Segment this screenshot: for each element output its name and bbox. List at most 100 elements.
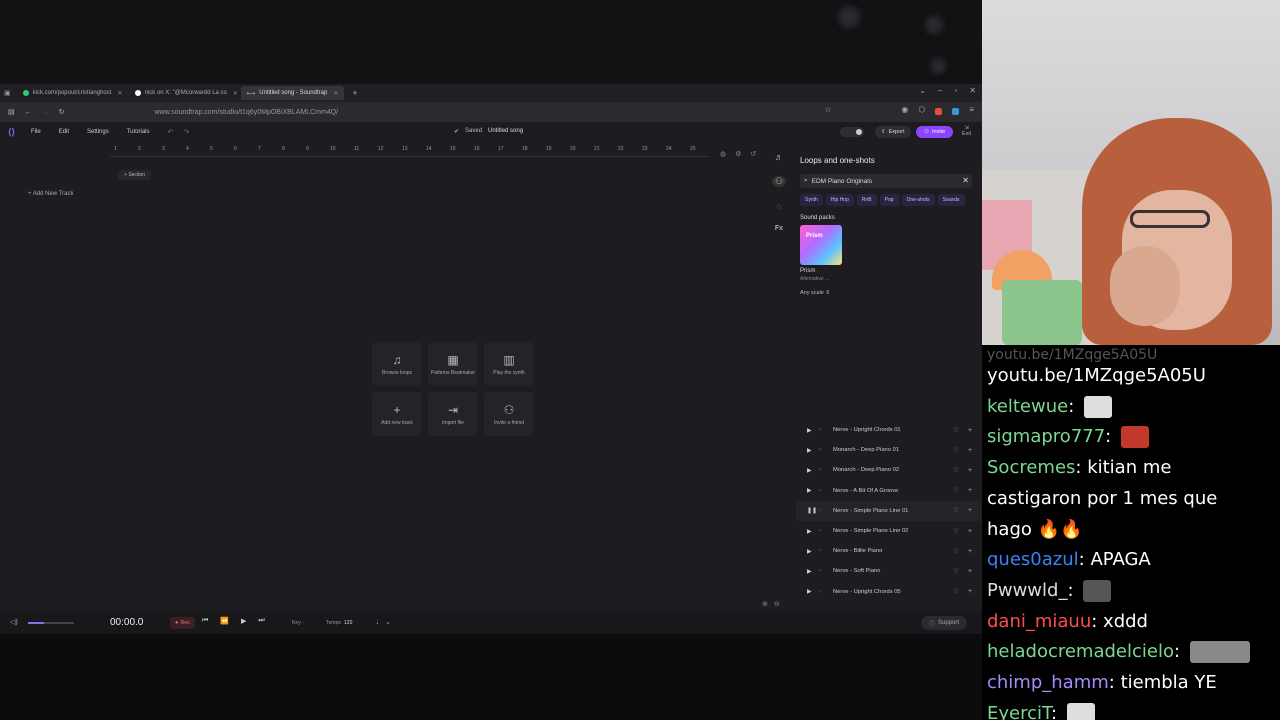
snap-icon[interactable]: ◍ — [720, 150, 726, 158]
browse-loops-card[interactable]: ♫ Browse loops — [372, 342, 422, 386]
back-icon[interactable]: ← — [25, 109, 32, 116]
sidebar-icon[interactable]: ▤ — [8, 108, 15, 116]
menu-icon[interactable]: ≡ — [969, 105, 974, 115]
loop-search-input[interactable]: ⌕ EDM Piano Originals ✕ — [800, 174, 972, 188]
key-select[interactable]: Key - — [292, 620, 304, 626]
section-button[interactable]: + Section — [118, 170, 151, 180]
add-loop-icon[interactable]: + — [968, 487, 972, 494]
chat-username[interactable]: Pwwwld_ — [987, 580, 1067, 601]
play-icon[interactable]: ▶ — [807, 487, 819, 494]
favorite-icon[interactable]: ♡ — [953, 507, 958, 514]
beatmaker-card[interactable]: ▦ Patterns Beatmaker — [428, 342, 478, 386]
close-icon[interactable]: ✕ — [333, 90, 338, 97]
add-loop-icon[interactable]: + — [968, 507, 972, 514]
play-icon[interactable]: ▶ — [807, 588, 819, 595]
redo-icon[interactable]: ↷ — [183, 128, 189, 136]
volume-slider[interactable] — [28, 622, 74, 624]
timeline-ruler[interactable]: 1 2 3 4 5 6 7 8 9 10 11 12 13 14 15 16 17 18 19 20 21 22 23 24 2… — [110, 146, 710, 156]
play-icon[interactable]: ▶ — [807, 568, 819, 575]
favorite-icon[interactable]: ♡ — [953, 548, 958, 555]
export-button[interactable]: ⇪ Export — [875, 126, 911, 138]
minimize-icon[interactable]: – — [938, 86, 942, 95]
prism-pack-thumbnail[interactable]: Prism — [800, 225, 842, 265]
tempo-field[interactable]: Tempo 120 — [326, 620, 352, 626]
loop-row[interactable]: ▶ ≈ Monarch - Deep Piano 01 ♡ + — [796, 440, 982, 460]
add-loop-icon[interactable]: + — [968, 548, 972, 555]
loop-row[interactable]: ▶ ≈ Nerve - Upright Chords 05 ♡ + — [796, 582, 982, 602]
close-icon[interactable]: ✕ — [117, 90, 122, 97]
chat-username[interactable]: heladocremadelcielo — [987, 641, 1174, 662]
add-loop-icon[interactable]: + — [968, 427, 972, 434]
tab-soundtrap[interactable]: ⟷ Untitled song - Soundtrap ✕ — [240, 86, 345, 100]
menu-edit[interactable]: Edit — [59, 129, 69, 135]
tab-list-icon[interactable]: ▣ — [4, 89, 11, 97]
loop-icon[interactable]: ↺ — [750, 150, 756, 158]
favorite-icon[interactable]: ♡ — [953, 487, 958, 494]
import-file-card[interactable]: ⇥ Import file — [428, 392, 478, 436]
favorite-icon[interactable]: ♡ — [953, 467, 958, 474]
chip-synth[interactable]: Synth — [800, 194, 823, 206]
chat-username[interactable]: keltewue — [987, 396, 1068, 417]
tab-kick[interactable]: kick.com/popout/cristianghost ✕ — [17, 86, 127, 100]
rewind-icon[interactable]: ⏮ — [202, 617, 208, 625]
add-loop-icon[interactable]: + — [968, 568, 972, 575]
volume-icon[interactable]: ◁) — [10, 618, 18, 626]
scale-select[interactable]: Any scale ⇕ — [800, 290, 982, 296]
add-loop-icon[interactable]: + — [968, 447, 972, 454]
loop-row[interactable]: ▶ ≈ Nerve - A Bit Of A Groove ♡ + — [796, 481, 982, 501]
zoom-out-icon[interactable]: ⊖ — [774, 600, 780, 608]
extension-icon[interactable]: ⬡ — [918, 105, 925, 115]
soundtrap-logo-icon[interactable]: ⟨⟩ — [8, 127, 15, 138]
chip-sounds[interactable]: Sounds — [937, 194, 965, 206]
add-track-card[interactable]: + Add new track — [372, 392, 422, 436]
metronome-icon[interactable]: ♩ ⌄ — [376, 618, 391, 626]
profile-icon[interactable]: ◉ — [901, 105, 908, 115]
extension-blue-icon[interactable] — [952, 108, 960, 115]
chip-one-shots[interactable]: One-shots — [901, 194, 935, 206]
support-button[interactable]: ⓘ Support — [921, 616, 968, 630]
mode-toggle[interactable] — [840, 127, 864, 137]
chat-username[interactable]: Socremes — [987, 457, 1075, 478]
chat-username[interactable]: sigmapro777 — [987, 426, 1105, 447]
loop-row[interactable]: ▶ ≈ Nerve - Simple Piano Line 02 ♡ + — [796, 521, 982, 541]
invite-button[interactable]: ⚇ Invite — [916, 126, 954, 138]
extension-red-icon[interactable] — [935, 108, 943, 115]
chip-hip-hop[interactable]: Hip Hop — [825, 194, 854, 206]
play-icon[interactable]: ▶ — [807, 427, 819, 434]
chat-username[interactable]: EyerciT — [987, 703, 1051, 720]
reload-icon[interactable]: ↻ — [59, 108, 65, 116]
loop-row[interactable]: ❚❚ ≈ Nerve - Simple Piano Line 01 ♡ + — [796, 500, 982, 521]
settings-icon[interactable]: ⚙ — [735, 150, 741, 158]
add-loop-icon[interactable]: + — [968, 467, 972, 474]
menu-settings[interactable]: Settings — [87, 129, 109, 135]
add-new-track-button[interactable]: + Add New Track — [28, 191, 74, 197]
loop-row[interactable]: ▶≈Nerve - Sad But Hope Piano 02♡+ — [796, 602, 982, 608]
close-window-icon[interactable]: ✕ — [969, 86, 976, 95]
loop-row[interactable]: ▶ ≈ Nerve - Billie Piano ♡ + — [796, 541, 982, 561]
favorite-icon[interactable]: ♡ — [953, 528, 958, 535]
loop-row[interactable]: ▶ ≈ Monarch - Deep Piano 02 ♡ + — [796, 460, 982, 480]
favorite-icon[interactable]: ♡ — [953, 447, 958, 454]
pause-icon[interactable]: ❚❚ — [807, 507, 819, 514]
favorite-icon[interactable]: ♡ — [953, 588, 958, 595]
maximize-icon[interactable]: ▫ — [954, 86, 957, 95]
play-icon[interactable]: ▶ — [807, 548, 819, 555]
chat-username[interactable]: dani_miauu — [987, 611, 1091, 632]
song-title[interactable]: Untitled song — [488, 128, 523, 135]
play-icon[interactable]: ▶ — [807, 467, 819, 474]
zoom-in-icon[interactable]: ⊕ — [762, 600, 768, 608]
tab-x[interactable]: nick on X: "@Mcorwardd La co ✕ — [129, 86, 239, 100]
fx-icon[interactable]: Fx — [775, 225, 783, 232]
menu-file[interactable]: File — [31, 129, 41, 135]
play-icon[interactable]: ▶ — [241, 617, 246, 625]
loop-row[interactable]: ▶ ≈ Nerve - Upright Chords 01 ♡ + — [796, 420, 982, 440]
clear-search-icon[interactable]: ✕ — [962, 176, 969, 185]
loop-row[interactable]: ▶ ≈ Nerve - Soft Piano ♡ + — [796, 561, 982, 581]
add-loop-icon[interactable]: + — [968, 528, 972, 535]
play-icon[interactable]: ▶ — [807, 447, 819, 454]
loops-icon[interactable]: ♬ — [775, 152, 784, 162]
chat-username[interactable]: ques0azul — [987, 549, 1079, 570]
bookmark-star-icon[interactable]: ☆ — [824, 105, 831, 115]
add-loop-icon[interactable]: + — [968, 588, 972, 595]
record-button[interactable]: ● Rec — [170, 617, 196, 629]
